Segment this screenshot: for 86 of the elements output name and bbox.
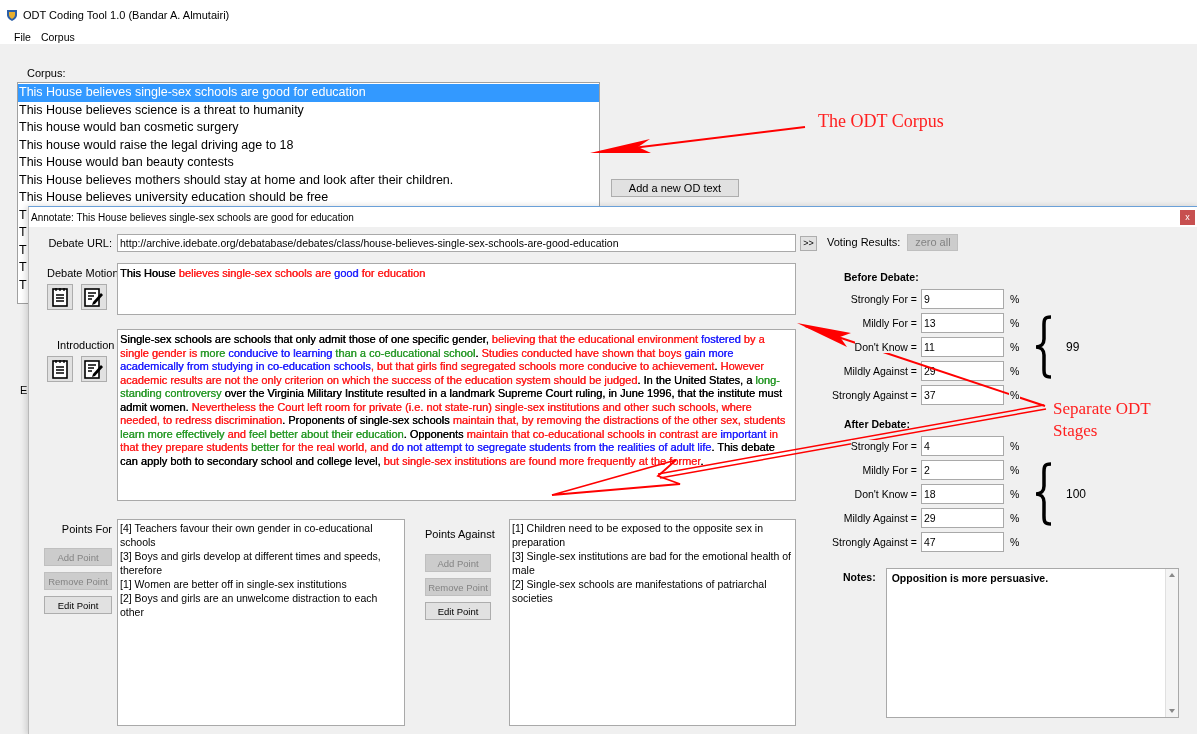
percent-field[interactable]: 29: [921, 361, 1004, 381]
list-item[interactable]: [2] Boys and girls are an unwelcome distraction to each other: [120, 591, 402, 619]
percent-field[interactable]: 9: [921, 289, 1004, 309]
percent-field[interactable]: 29: [921, 508, 1004, 528]
list-item[interactable]: T: [18, 206, 27, 224]
percent-field[interactable]: 13: [921, 313, 1004, 333]
list-item[interactable]: [1] Women are better off in single-sex institutions: [120, 577, 402, 591]
notepad-button[interactable]: [47, 284, 73, 310]
vote-label: Strongly For =: [850, 440, 917, 452]
app-icon: [6, 9, 18, 21]
go-button[interactable]: >>: [800, 235, 817, 251]
notepad-icon: [52, 287, 68, 307]
stage-heading: Before Debate:: [844, 271, 920, 283]
menu-item[interactable]: Corpus: [40, 31, 75, 43]
percent-field[interactable]: 18: [921, 484, 1004, 504]
list-item[interactable]: T: [18, 259, 27, 277]
vote-label: Strongly Against =: [832, 389, 917, 401]
vote-label: Strongly Against =: [832, 536, 917, 548]
motion-field[interactable]: This House believes single-sex schools are good for education: [117, 263, 796, 315]
notes-label: Notes:: [843, 571, 876, 585]
percent-label: %: [1009, 341, 1021, 353]
percent-label: %: [1009, 464, 1021, 476]
list-item[interactable]: This House would ban beauty contests: [18, 154, 234, 172]
close-button[interactable]: x: [1180, 209, 1195, 225]
percent-label: %: [1009, 536, 1021, 548]
list-item[interactable]: [3] Single-sex institutions are bad for the emotional health of male: [512, 549, 793, 577]
annotation-text: The ODT Corpus: [818, 111, 944, 132]
list-item[interactable]: This house would raise the legal driving age to 18: [18, 136, 294, 154]
voting-label: Voting Results:: [827, 236, 901, 248]
curly-brace: [1034, 462, 1054, 526]
list-item[interactable]: [4] Teachers favour their own gender in co-educational schools: [120, 521, 402, 549]
notes-field[interactable]: Opposition is more persuasive.: [885, 568, 1179, 718]
stage-heading: After Debate:: [844, 418, 911, 430]
percent-label: %: [1009, 488, 1021, 500]
list-item[interactable]: This house would ban cosmetic surgery: [18, 119, 239, 137]
percent-label: %: [1009, 317, 1021, 329]
vote-label: Mildly Against =: [843, 512, 917, 524]
total-value: 99: [1065, 340, 1081, 354]
percent-label: %: [1009, 365, 1021, 377]
url-field[interactable]: http://archive.idebate.org/debatabase/debates/class/house-believes-single-sex-schools-are-good-education: [117, 234, 796, 252]
points-against-label: Points Against: [425, 528, 496, 540]
list-item[interactable]: [2] Single-sex schools are manifestations of patriarchal societies: [512, 577, 793, 605]
percent-field[interactable]: 2: [921, 460, 1004, 480]
percent-label: %: [1009, 293, 1021, 305]
form-label: E: [20, 384, 28, 396]
edit-icon: [84, 359, 104, 379]
list-item[interactable]: T: [18, 276, 27, 294]
points-for-label: Points For: [60, 523, 112, 535]
list-item[interactable]: This House believes science is a threat to humanity: [18, 101, 304, 119]
list-item[interactable]: This House believes university education should be free: [18, 189, 329, 207]
dialog-title: Annotate: This House believes single-sex schools are good for education: [31, 211, 354, 223]
notepad-icon: [52, 359, 68, 379]
list-item[interactable]: [1] Children need to be exposed to the opposite sex in preparation: [512, 521, 793, 549]
edit-icon: [84, 287, 104, 307]
percent-field[interactable]: 11: [921, 337, 1004, 357]
window-title: ODT Coding Tool 1.0 (Bandar A. Almutairi): [23, 9, 230, 21]
vote-label: Mildly For =: [862, 464, 917, 476]
total-value: 100: [1065, 487, 1088, 501]
list-item[interactable]: [3] Boys and girls develop at different times and speeds, therefore: [120, 549, 402, 577]
vote-label: Mildly For =: [862, 317, 917, 329]
percent-label: %: [1009, 512, 1021, 524]
vote-label: Mildly Against =: [843, 365, 917, 377]
url-label: Debate URL:: [47, 237, 113, 249]
corpus-label: Corpus:: [26, 67, 67, 79]
edit-point-button[interactable]: Edit Point: [44, 596, 112, 614]
vote-label: Don't Know =: [854, 488, 917, 500]
vote-label: Strongly For =: [850, 293, 917, 305]
notepad-button[interactable]: [47, 356, 73, 382]
annotation-text: Separate ODT Stages: [1053, 398, 1152, 442]
vote-label: Don't Know =: [854, 341, 917, 353]
edit-point-button[interactable]: Edit Point: [425, 602, 491, 620]
edit-button[interactable]: [81, 356, 107, 382]
scrollbar[interactable]: [1164, 569, 1178, 717]
add-text-button[interactable]: Add a new OD text: [611, 179, 739, 197]
percent-field[interactable]: 47: [921, 532, 1004, 552]
menu-item[interactable]: File: [14, 31, 31, 43]
list-item[interactable]: T: [18, 224, 27, 242]
list-item[interactable]: T: [18, 241, 27, 259]
list-item[interactable]: This House believes mothers should stay at home and look after their children.: [18, 171, 454, 189]
percent-field[interactable]: 37: [921, 385, 1004, 405]
edit-button[interactable]: [81, 284, 107, 310]
curly-brace: [1034, 315, 1054, 379]
percent-field[interactable]: 4: [921, 436, 1004, 456]
percent-label: %: [1009, 440, 1021, 452]
introduction-label: Introduction: [56, 339, 116, 351]
percent-label: %: [1009, 389, 1021, 401]
